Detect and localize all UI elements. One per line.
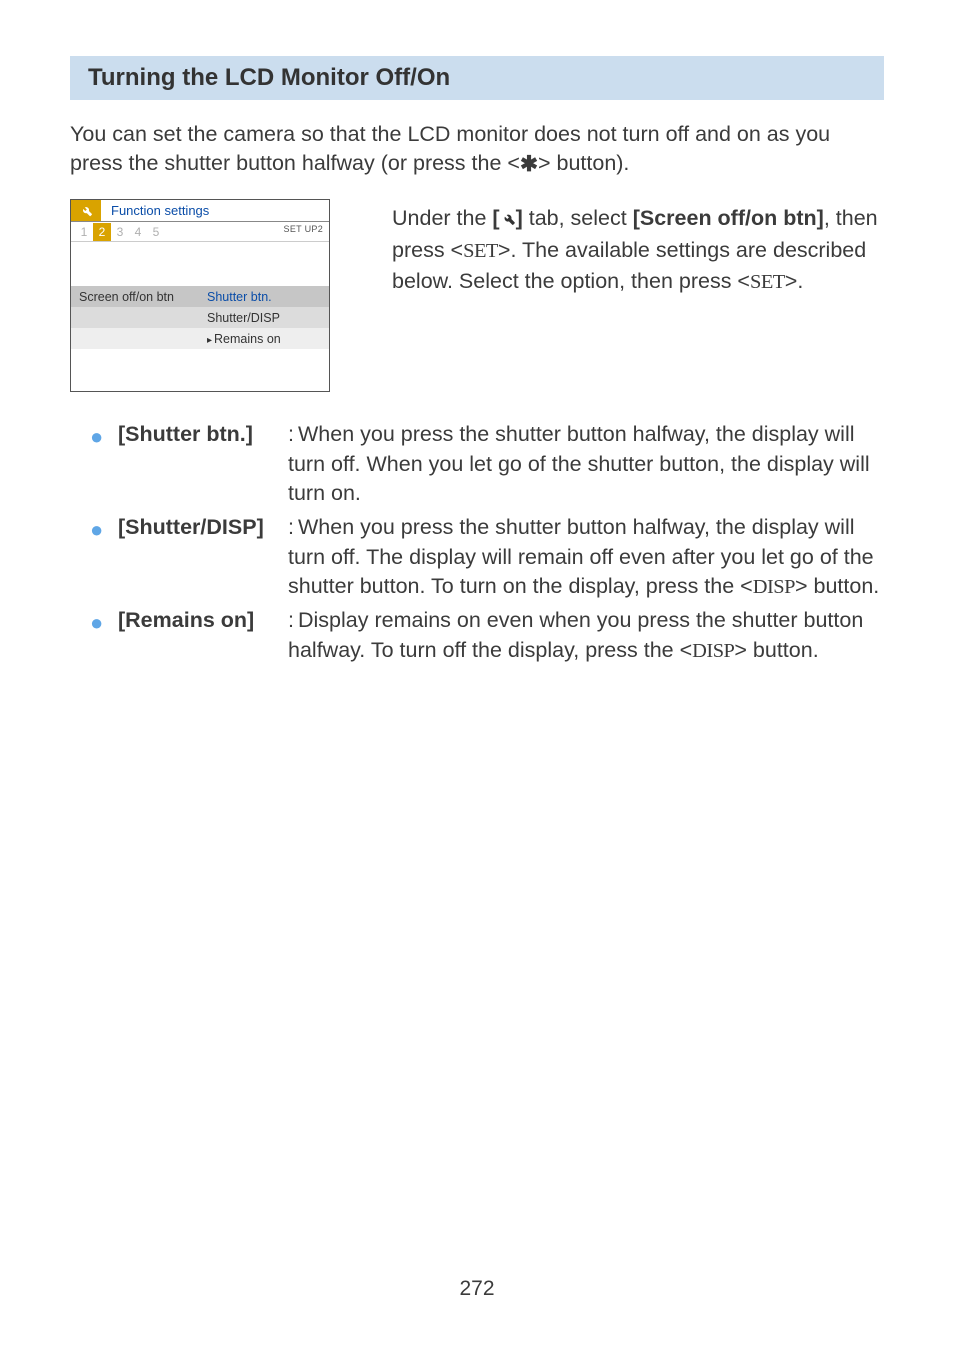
set-icon: SET <box>463 240 498 262</box>
star-icon: ✱ <box>520 150 538 179</box>
camera-tab-4: 4 <box>129 223 147 241</box>
options-list: ● [Shutter btn.] :When you press the shu… <box>70 420 884 665</box>
camera-menu-label: Screen off/on btn <box>71 290 201 304</box>
camera-menu-row-2: Shutter/DISP <box>71 307 329 328</box>
wrench-icon <box>71 200 101 221</box>
option-definition: :When you press the shutter button halfw… <box>288 513 884 602</box>
option-term: [Remains on] <box>118 606 288 665</box>
intro-paragraph: You can set the camera so that the LCD m… <box>70 120 884 179</box>
camera-menu-screenshot: Function settings 1 2 3 4 5 SET UP2 Scre… <box>70 199 330 392</box>
camera-menu-opt3: Remains on <box>201 332 329 346</box>
bullet-icon: ● <box>70 420 118 509</box>
bullet-icon: ● <box>70 513 118 602</box>
camera-menu-opt2: Shutter/DISP <box>201 311 329 325</box>
intro-text-post: > button). <box>538 151 629 175</box>
intro-text-pre: You can set the camera so that the LCD m… <box>70 122 830 175</box>
camera-menu-row-1: Screen off/on btn Shutter btn. <box>71 286 329 307</box>
opt2-def-b: > button. <box>734 638 818 662</box>
camera-menu-opt1: Shutter btn. <box>201 290 329 304</box>
instruction-row: Function settings 1 2 3 4 5 SET UP2 Scre… <box>70 199 884 392</box>
side-1h: >. <box>785 269 804 293</box>
side-1a: Under the <box>392 206 492 230</box>
camera-tab-5: 5 <box>147 223 165 241</box>
disp-icon: DISP <box>753 576 795 598</box>
option-term: [Shutter btn.] <box>118 420 288 509</box>
camera-tab-1: 1 <box>75 223 93 241</box>
camera-body-spacer <box>71 242 329 286</box>
camera-header-title: Function settings <box>101 200 329 221</box>
camera-menu-row-3: Remains on <box>71 328 329 349</box>
side-menu-bold: [Screen off/on btn] <box>633 206 824 230</box>
disp-icon: DISP <box>692 640 734 662</box>
camera-tab-3: 3 <box>111 223 129 241</box>
option-shutter-disp: ● [Shutter/DISP] :When you press the shu… <box>70 513 884 602</box>
side-bracket-close: ] <box>516 206 523 230</box>
set-icon-2: SET <box>750 271 785 293</box>
camera-footer-spacer <box>71 349 329 391</box>
wrench-icon-inline <box>500 205 516 235</box>
camera-header: Function settings <box>71 200 329 222</box>
page-number: 272 <box>0 1277 954 1301</box>
camera-tabs: 1 2 3 4 5 SET UP2 <box>71 222 329 242</box>
option-definition: :Display remains on even when you press … <box>288 606 884 665</box>
instruction-text: Under the [] tab, select [Screen off/on … <box>392 199 884 296</box>
camera-tab-2: 2 <box>93 223 111 241</box>
option-definition: :When you press the shutter button halfw… <box>288 420 884 509</box>
side-1d: tab, select <box>523 206 633 230</box>
side-bracket-open: [ <box>492 206 499 230</box>
opt1-def-b: > button. <box>795 574 879 598</box>
opt0-def: When you press the shutter button halfwa… <box>288 422 870 505</box>
bullet-icon: ● <box>70 606 118 665</box>
section-title: Turning the LCD Monitor Off/On <box>70 56 884 100</box>
option-term: [Shutter/DISP] <box>118 513 288 602</box>
option-remains-on: ● [Remains on] :Display remains on even … <box>70 606 884 665</box>
camera-setup-label: SET UP2 <box>284 224 323 234</box>
option-shutter-btn: ● [Shutter btn.] :When you press the shu… <box>70 420 884 509</box>
